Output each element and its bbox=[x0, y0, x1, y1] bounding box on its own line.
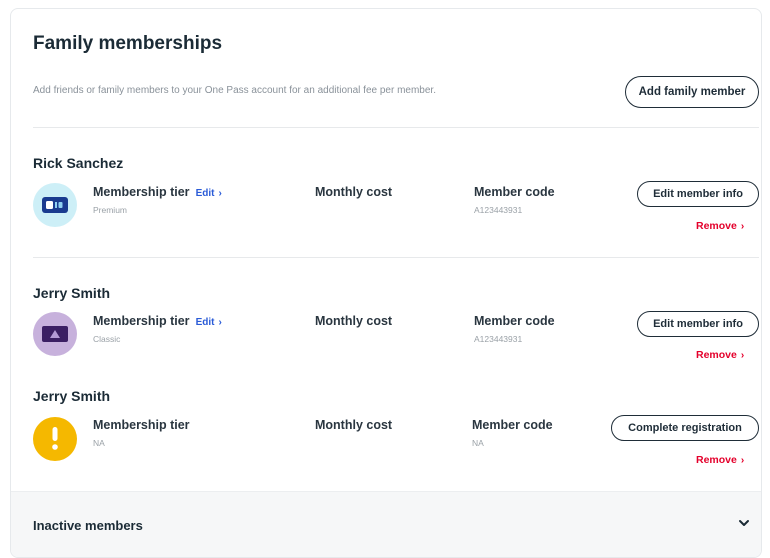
page-subtitle: Add friends or family members to your On… bbox=[33, 85, 436, 96]
membership-tier-label: Membership tier bbox=[93, 185, 190, 199]
warning-icon bbox=[52, 427, 58, 450]
chevron-right-icon: › bbox=[740, 350, 745, 361]
family-memberships-card: Family memberships Add friends or family… bbox=[10, 8, 762, 558]
divider bbox=[33, 257, 759, 258]
monthly-cost-label: Monthly cost bbox=[315, 185, 393, 199]
member-name: Jerry Smith bbox=[33, 388, 111, 404]
remove-member-link[interactable]: Remove › bbox=[696, 349, 744, 361]
edit-tier-link[interactable]: Edit › bbox=[196, 317, 222, 328]
purple-card-icon bbox=[42, 326, 68, 342]
member-code-value: A123443931 bbox=[474, 334, 523, 344]
edit-tier-link[interactable]: Edit › bbox=[196, 188, 222, 199]
membership-tier-label: Membership tier bbox=[93, 418, 190, 432]
edit-member-info-button[interactable]: Edit member info bbox=[637, 311, 759, 337]
membership-tier-value: NA bbox=[93, 438, 105, 448]
member-avatar bbox=[33, 417, 77, 461]
membership-tier-value: Classic bbox=[93, 334, 121, 344]
membership-tier-label: Membership tier bbox=[93, 314, 190, 328]
edit-member-info-button[interactable]: Edit member info bbox=[637, 181, 759, 207]
monthly-cost-label: Monthly cost bbox=[315, 314, 393, 328]
add-family-member-button[interactable]: Add family member bbox=[625, 76, 759, 108]
member-code-value: A123443931 bbox=[474, 205, 523, 215]
chevron-right-icon: › bbox=[218, 317, 222, 328]
chevron-right-icon: › bbox=[218, 188, 222, 199]
chevron-down-icon bbox=[739, 520, 749, 526]
member-code-value: NA bbox=[472, 438, 484, 448]
member-name: Jerry Smith bbox=[33, 285, 111, 301]
inactive-members-label: Inactive members bbox=[33, 518, 143, 533]
blue-card-icon bbox=[42, 197, 68, 213]
member-name: Rick Sanchez bbox=[33, 155, 124, 171]
remove-member-link[interactable]: Remove › bbox=[696, 220, 744, 232]
remove-member-link[interactable]: Remove › bbox=[696, 454, 744, 466]
complete-registration-button[interactable]: Complete registration bbox=[611, 415, 759, 441]
chevron-right-icon: › bbox=[740, 221, 745, 232]
page-title: Family memberships bbox=[33, 33, 223, 54]
member-code-label: Member code bbox=[474, 314, 555, 328]
inactive-members-toggle[interactable]: Inactive members bbox=[11, 491, 761, 557]
monthly-cost-label: Monthly cost bbox=[315, 418, 393, 432]
divider bbox=[33, 127, 759, 128]
member-avatar bbox=[33, 183, 77, 227]
membership-tier-value: Premium bbox=[93, 205, 128, 215]
member-code-label: Member code bbox=[472, 418, 553, 432]
member-code-label: Member code bbox=[474, 185, 555, 199]
chevron-right-icon: › bbox=[740, 455, 745, 466]
member-avatar bbox=[33, 312, 77, 356]
